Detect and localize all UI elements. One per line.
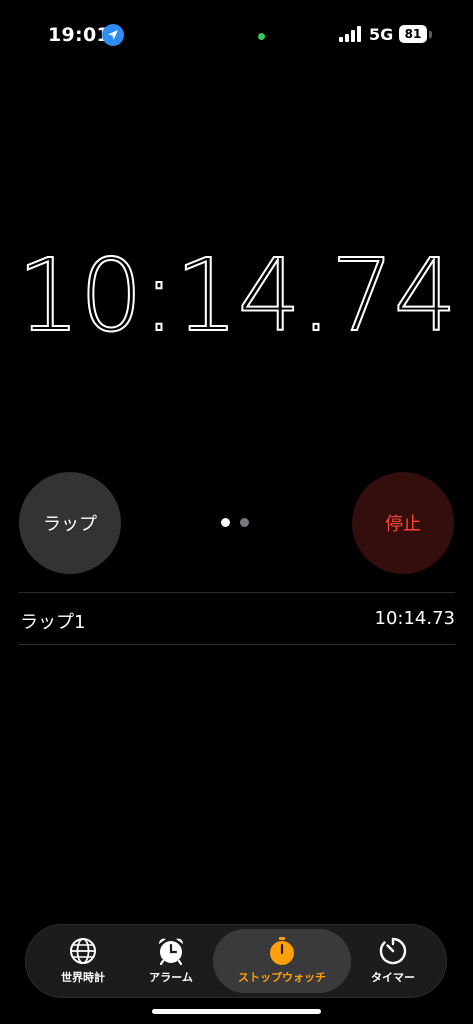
timer-icon bbox=[379, 937, 407, 965]
lap-button[interactable]: ラップ bbox=[19, 472, 121, 574]
lap-time: 10:14.73 bbox=[374, 608, 456, 629]
stop-button[interactable]: 停止 bbox=[352, 472, 454, 574]
camera-in-use-indicator bbox=[258, 33, 265, 40]
globe-icon bbox=[70, 938, 96, 964]
lap-label: ラップ1 bbox=[20, 612, 86, 633]
location-arrow-icon bbox=[102, 24, 124, 46]
tab-world-clock[interactable]: 世界時計 bbox=[37, 929, 129, 993]
lap-row-divider bbox=[18, 644, 455, 645]
tab-stopwatch[interactable]: ストップウォッチ bbox=[213, 929, 351, 993]
elapsed-time-display: 10:14.74 bbox=[16, 236, 458, 355]
lap-row: ラップ1 10:14.73 bbox=[18, 594, 455, 644]
page-indicator[interactable] bbox=[221, 518, 255, 528]
battery-icon: 81 bbox=[399, 25, 427, 43]
page-dot[interactable] bbox=[221, 518, 230, 527]
tab-label: アラーム bbox=[149, 971, 193, 984]
tab-label: 世界時計 bbox=[61, 971, 105, 984]
status-bar-time: 19:01 bbox=[48, 24, 110, 46]
cellular-signal-icon bbox=[339, 26, 363, 42]
tab-bar: 世界時計 アラーム ストップウォッチ タイマー bbox=[25, 924, 447, 998]
tab-label: タイマー bbox=[371, 971, 415, 984]
tab-timer[interactable]: タイマー bbox=[347, 929, 439, 993]
stopwatch-icon bbox=[270, 937, 294, 965]
stop-button-label: 停止 bbox=[385, 514, 421, 535]
page-dot[interactable] bbox=[240, 518, 249, 527]
alarm-clock-icon bbox=[158, 938, 184, 966]
network-type-label: 5G bbox=[369, 25, 394, 44]
tab-label: ストップウォッチ bbox=[238, 971, 326, 984]
home-indicator[interactable] bbox=[152, 1009, 321, 1014]
tab-alarm[interactable]: アラーム bbox=[125, 929, 217, 993]
battery-cap bbox=[429, 31, 432, 38]
lap-button-label: ラップ bbox=[43, 514, 97, 535]
lap-list-top-divider bbox=[18, 592, 455, 593]
